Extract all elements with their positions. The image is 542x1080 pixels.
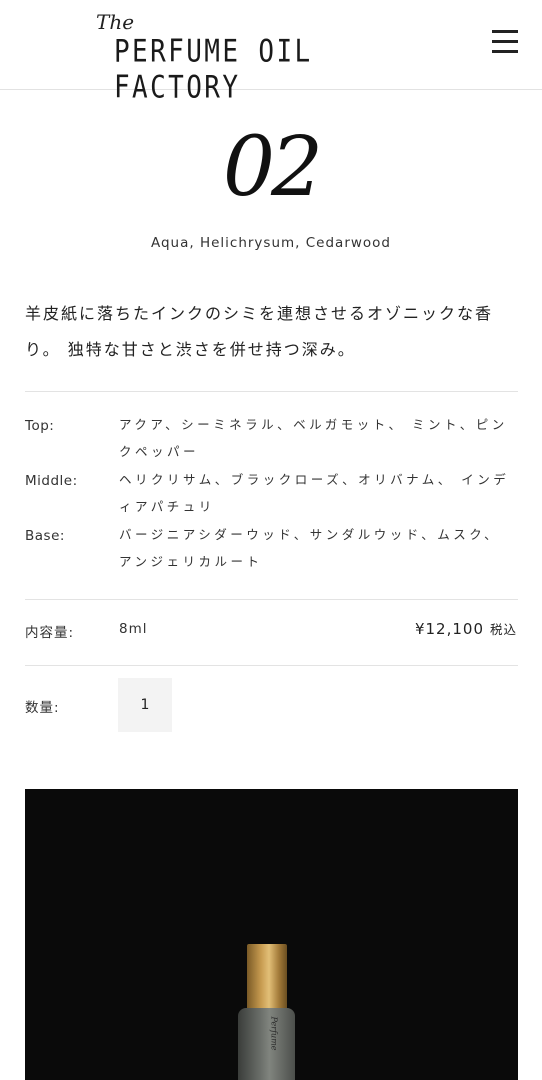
note-label-top: Top: (25, 418, 55, 434)
bottle-cap (247, 944, 287, 1010)
note-value-middle: ヘリクリサム、ブラックローズ、オリバナム、 インディアパチュリ (119, 472, 510, 514)
site-logo[interactable]: The PERFUME OIL FACTORY (96, 10, 436, 106)
note-label-base: Base: (25, 528, 65, 544)
note-value-top: アクア、シーミネラル、ベルガモット、 ミント、ピンクペッパー (119, 417, 508, 459)
tax-label: 税込 (489, 622, 517, 637)
divider (25, 599, 518, 600)
product-image: Perfume (25, 789, 518, 1080)
quantity-label: 数量: (25, 700, 60, 716)
bottle-engraving: Perfume (269, 1016, 279, 1051)
divider (25, 391, 518, 392)
product-number: 02 (222, 120, 323, 215)
bottle-body (238, 1008, 295, 1080)
volume-label: 内容量: (25, 625, 75, 641)
note-value-base: バージニアシダーウッド、サンダルウッド、ムスク、 アンジェリカルート (119, 527, 501, 569)
site-header: The PERFUME OIL FACTORY (0, 0, 542, 106)
logo-the-text: The (96, 10, 135, 34)
volume-value: 8ml (119, 621, 148, 637)
quantity-input[interactable]: 1 (118, 678, 172, 732)
price-value: ¥12,100 (414, 620, 484, 638)
divider (25, 665, 518, 666)
product-notes-title: Aqua, Helichrysum, Cedarwood (150, 235, 392, 251)
note-label-middle: Middle: (25, 473, 78, 489)
product-description: 羊皮紙に落ちたインクのシミを連想させるオゾニックな香り。 独特な甘さと渋さを併せ… (25, 304, 494, 359)
menu-line (492, 50, 518, 53)
menu-line (492, 30, 518, 33)
logo-main-text: PERFUME OIL FACTORY (114, 34, 313, 106)
hamburger-menu-icon[interactable] (492, 30, 518, 54)
price: ¥12,100 税込 (415, 619, 517, 638)
menu-line (492, 40, 518, 43)
